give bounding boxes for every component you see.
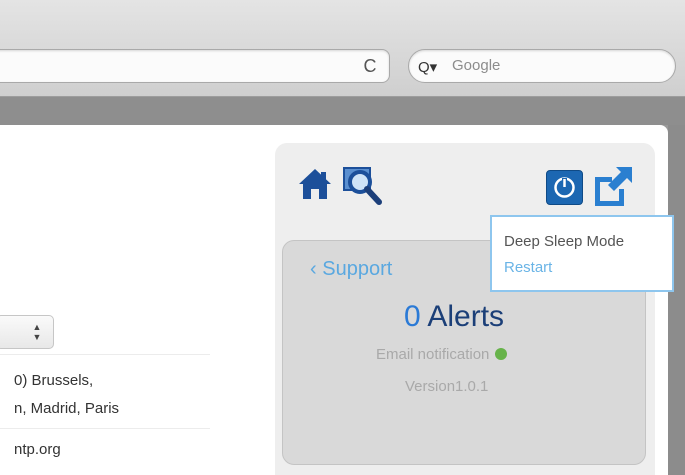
alerts-label: Alerts — [427, 300, 505, 333]
email-notification-label: Email notification — [376, 346, 490, 363]
search-icon[interactable]: Q▾ — [418, 58, 437, 76]
toolbar-divider — [0, 97, 685, 125]
back-chevron-icon: ‹ — [310, 258, 317, 280]
divider — [0, 428, 210, 429]
alerts-count: 0 — [404, 300, 421, 333]
power-button[interactable] — [546, 170, 583, 205]
search-field[interactable] — [408, 49, 676, 83]
email-notification: Email notification — [376, 346, 508, 363]
external-link-icon[interactable] — [592, 165, 634, 207]
support-label: Support — [322, 258, 393, 280]
address-bar[interactable] — [0, 49, 390, 83]
deep-sleep-option[interactable]: Deep Sleep Mode — [504, 233, 624, 250]
alerts-summary[interactable]: 0 Alerts — [404, 300, 504, 334]
version-text: Version1.0.1 — [405, 378, 489, 395]
magnify-icon[interactable] — [342, 164, 382, 206]
reload-icon[interactable]: C — [360, 56, 380, 76]
home-icon[interactable] — [297, 166, 333, 202]
divider — [0, 354, 210, 355]
search-placeholder: Google — [452, 57, 501, 74]
power-menu-tooltip: Deep Sleep Mode Restart — [490, 215, 674, 292]
ntp-server-text: ntp.org — [14, 441, 61, 458]
status-indicator-icon — [495, 348, 508, 360]
window-gutter — [668, 125, 685, 475]
timezone-text: 0) Brussels, — [14, 372, 94, 389]
settings-dropdown[interactable]: ▲▼ — [0, 315, 54, 349]
dropdown-chevron-icon: ▲▼ — [32, 322, 42, 342]
support-link[interactable]: ‹ Support — [310, 258, 392, 281]
restart-option[interactable]: Restart — [504, 259, 552, 276]
timezone-text: n, Madrid, Paris — [14, 400, 120, 417]
power-icon — [554, 177, 575, 198]
